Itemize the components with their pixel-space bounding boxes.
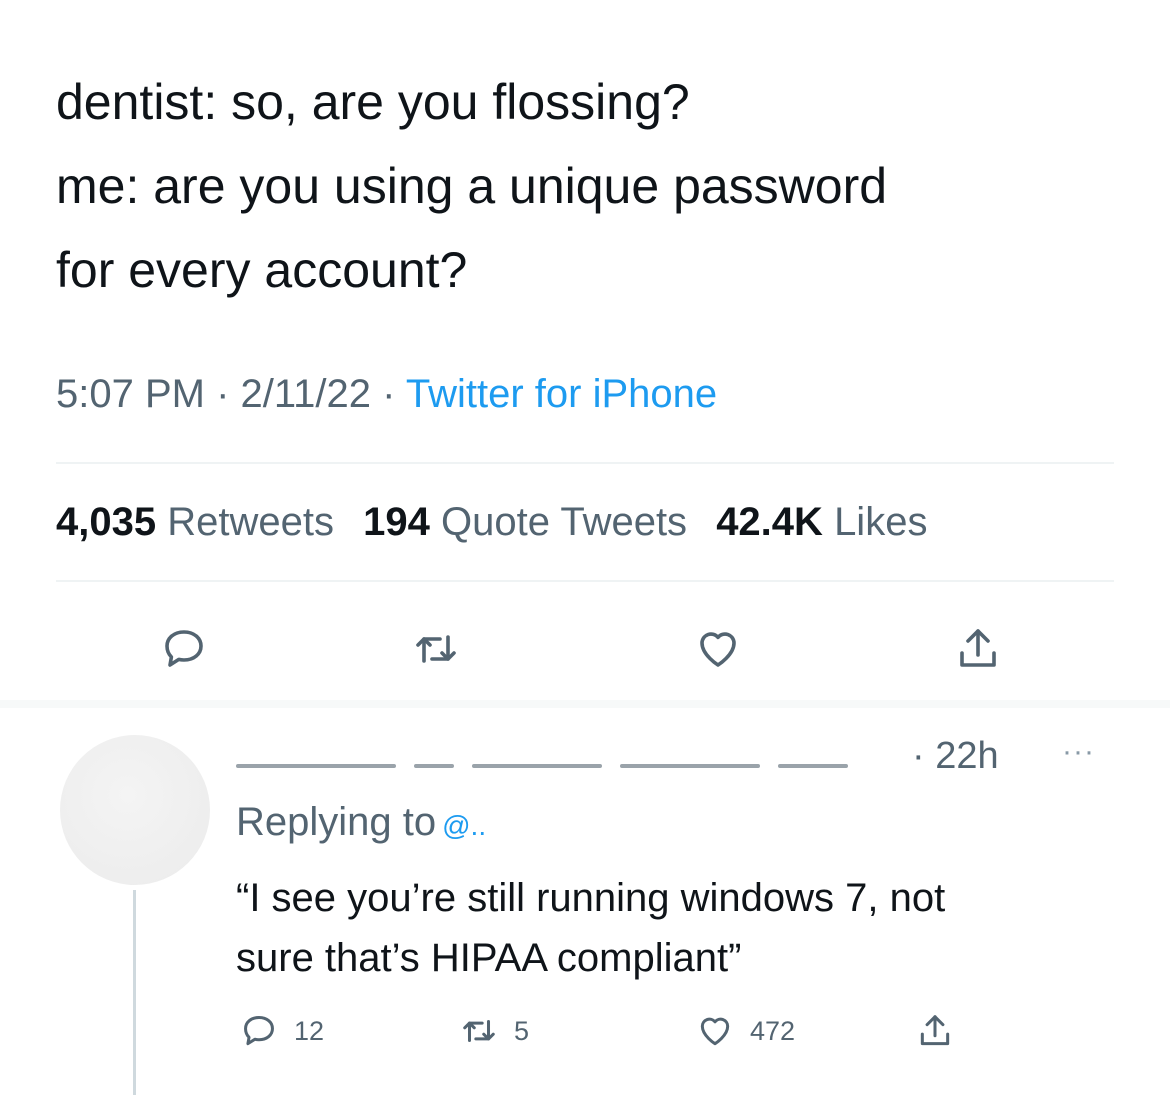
tweet-time[interactable]: 5:07 PM	[56, 372, 205, 416]
retweet-count: 5	[514, 1015, 530, 1046]
like-icon[interactable]	[694, 625, 742, 673]
replying-to: Replying to @..	[236, 800, 486, 845]
reply-retweet-button[interactable]: 5	[460, 1012, 529, 1050]
more-options-icon[interactable]: ···	[1062, 735, 1095, 769]
quotes-label: Quote Tweets	[440, 500, 688, 544]
tweet-meta: 5:07 PM · 2/11/22 · Twitter for iPhone	[56, 372, 717, 417]
reply-icon[interactable]	[160, 625, 208, 673]
replying-to-label: Replying to	[236, 800, 437, 844]
quote-tweets-stat[interactable]: 194 Quote Tweets	[363, 500, 687, 544]
reply-like-button[interactable]: 472	[696, 1012, 795, 1050]
reply-handle-link[interactable]: @..	[442, 810, 486, 841]
meta-separator: ·	[216, 372, 230, 416]
tweet-action-bar	[0, 615, 1170, 685]
divider	[56, 462, 1114, 464]
tweet-line: for every account?	[56, 242, 468, 298]
tweet-stats: 4,035 Retweets 194 Quote Tweets 42.4K Li…	[56, 500, 927, 545]
reply-count: 12	[294, 1015, 325, 1046]
retweets-count: 4,035	[56, 500, 157, 544]
divider	[56, 580, 1114, 582]
reply-timestamp[interactable]: · 22h	[912, 735, 999, 778]
meta-separator: ·	[382, 372, 396, 416]
reply-share-button[interactable]	[916, 1012, 954, 1050]
tweet-text: dentist: so, are you flossing? me: are y…	[56, 60, 1136, 312]
reply-icon	[244, 1016, 274, 1046]
tweet-date[interactable]: 2/11/22	[241, 372, 372, 416]
reply-line: sure that’s HIPAA compliant”	[236, 936, 742, 980]
likes-label: Likes	[834, 500, 928, 544]
share-icon	[920, 1015, 950, 1046]
retweet-icon	[463, 1019, 495, 1043]
thread-line	[133, 890, 136, 1095]
likes-count: 42.4K	[716, 500, 823, 544]
retweet-icon[interactable]	[412, 625, 460, 673]
like-icon	[700, 1017, 730, 1046]
retweets-label: Retweets	[167, 500, 334, 544]
tweet-source-link[interactable]: Twitter for iPhone	[406, 372, 717, 416]
redacted-author-name	[236, 755, 1006, 777]
reply-reply-button[interactable]: 12	[240, 1012, 324, 1050]
reply-action-bar: 12 5 472	[0, 1012, 1170, 1062]
section-separator	[0, 700, 1170, 708]
reply-text: “I see you’re still running windows 7, n…	[236, 868, 1136, 988]
like-count: 472	[750, 1015, 796, 1046]
tweet-line: dentist: so, are you flossing?	[56, 74, 690, 130]
share-icon[interactable]	[954, 625, 1002, 673]
tweet-line: me: are you using a unique password	[56, 158, 888, 214]
quotes-count: 194	[363, 500, 430, 544]
avatar[interactable]	[60, 735, 210, 885]
retweets-stat[interactable]: 4,035 Retweets	[56, 500, 334, 544]
likes-stat[interactable]: 42.4K Likes	[716, 500, 927, 544]
reply-line: “I see you’re still running windows 7, n…	[236, 876, 946, 920]
